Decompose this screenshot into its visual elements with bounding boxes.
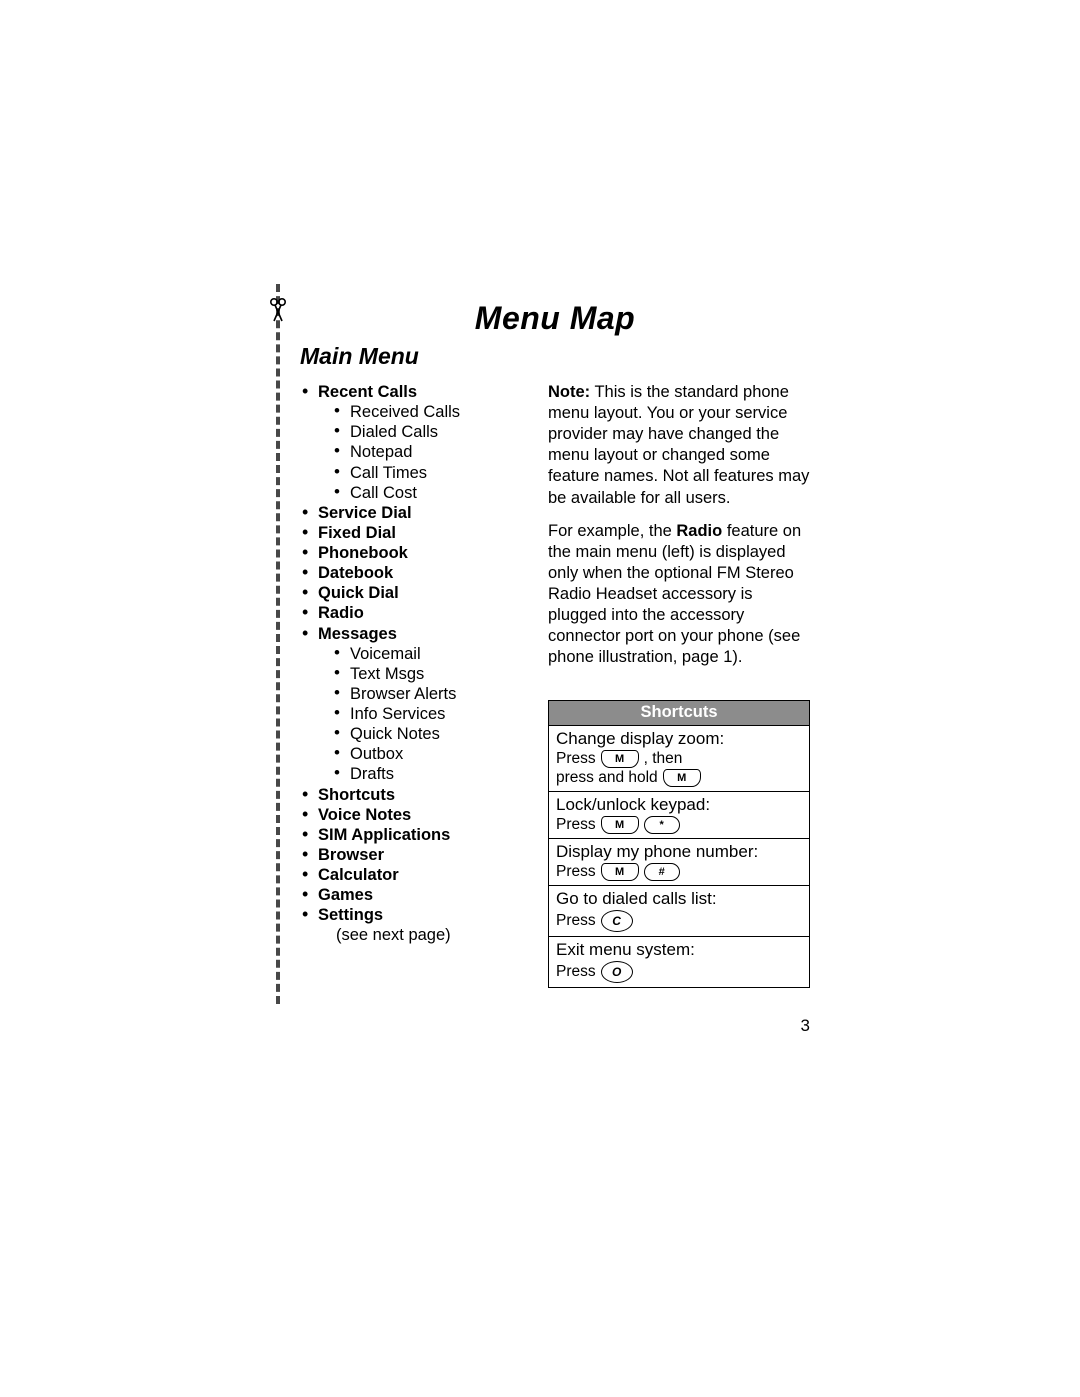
note-prefix: Note: — [548, 383, 590, 401]
menu-item-label: Datebook — [318, 564, 393, 582]
submenu-item: Received Calls — [334, 402, 516, 422]
submenu-list: Received CallsDialed CallsNotepadCall Ti… — [334, 402, 516, 503]
menu-item-label: Calculator — [318, 866, 399, 884]
notes-column: Note: This is the standard phone menu la… — [548, 382, 810, 988]
menu-item-note: (see next page) — [336, 925, 516, 945]
menu-item-label: Recent Calls — [318, 383, 417, 401]
main-menu-list: Recent CallsReceived CallsDialed CallsNo… — [300, 382, 516, 946]
menu-item: Games — [300, 885, 516, 905]
radio-para-bold: Radio — [676, 522, 722, 540]
menu-item-label: Games — [318, 886, 373, 904]
submenu-item: Text Msgs — [334, 664, 516, 684]
shortcut-keys: press and hold M — [556, 769, 802, 787]
key-icon: C — [601, 910, 633, 932]
key-icon: # — [644, 863, 680, 881]
submenu-item: Drafts — [334, 764, 516, 784]
menu-item-label: Messages — [318, 625, 397, 643]
shortcut-text: Press — [556, 912, 596, 930]
shortcut-keys: Press O — [556, 961, 802, 983]
shortcut-text: Press — [556, 816, 596, 834]
page-title: Menu Map — [300, 300, 810, 337]
submenu-list: VoicemailText MsgsBrowser AlertsInfo Ser… — [334, 644, 516, 785]
shortcut-keys: Press M # — [556, 863, 802, 881]
menu-item: SIM Applications — [300, 825, 516, 845]
menu-item-label: Voice Notes — [318, 806, 411, 824]
menu-item: Fixed Dial — [300, 523, 516, 543]
menu-column: Recent CallsReceived CallsDialed CallsNo… — [300, 382, 516, 988]
menu-item: MessagesVoicemailText MsgsBrowser Alerts… — [300, 624, 516, 785]
shortcut-title: Go to dialed calls list: — [556, 889, 802, 909]
menu-item: Voice Notes — [300, 805, 516, 825]
key-icon: M — [663, 769, 701, 787]
menu-item-label: Quick Dial — [318, 584, 399, 602]
submenu-item: Call Cost — [334, 483, 516, 503]
menu-item: Radio — [300, 603, 516, 623]
shortcut-title: Lock/unlock keypad: — [556, 795, 802, 815]
cut-line — [276, 284, 280, 1004]
menu-item: Recent CallsReceived CallsDialed CallsNo… — [300, 382, 516, 503]
submenu-item: Notepad — [334, 442, 516, 462]
shortcut-title: Change display zoom: — [556, 729, 802, 749]
menu-item: Shortcuts — [300, 785, 516, 805]
menu-item: Calculator — [300, 865, 516, 885]
radio-para-post: feature on the main menu (left) is displ… — [548, 522, 801, 667]
shortcut-text: Press — [556, 750, 596, 768]
shortcut-row: Exit menu system:Press O — [549, 937, 809, 987]
shortcut-keys: Press M , then — [556, 750, 802, 768]
shortcut-text: , then — [644, 750, 683, 768]
shortcut-row: Display my phone number:Press M # — [549, 839, 809, 886]
submenu-item: Voicemail — [334, 644, 516, 664]
shortcut-row: Lock/unlock keypad:Press M * — [549, 792, 809, 839]
menu-item-label: Radio — [318, 604, 364, 622]
menu-item: Browser — [300, 845, 516, 865]
key-icon: M — [601, 816, 639, 834]
submenu-item: Browser Alerts — [334, 684, 516, 704]
radio-para-pre: For example, the — [548, 522, 676, 540]
radio-paragraph: For example, the Radio feature on the ma… — [548, 521, 810, 669]
menu-item-label: Shortcuts — [318, 786, 395, 804]
menu-item-label: Service Dial — [318, 504, 412, 522]
submenu-item: Call Times — [334, 463, 516, 483]
menu-item: Settings(see next page) — [300, 905, 516, 945]
menu-item: Quick Dial — [300, 583, 516, 603]
key-icon: O — [601, 961, 633, 983]
page: Menu Map Main Menu Recent CallsReceived … — [0, 0, 1080, 1397]
menu-item-label: Fixed Dial — [318, 524, 396, 542]
submenu-item: Quick Notes — [334, 724, 516, 744]
menu-item-label: Settings — [318, 906, 383, 924]
submenu-item: Dialed Calls — [334, 422, 516, 442]
shortcut-text: Press — [556, 963, 596, 981]
shortcut-text: Press — [556, 863, 596, 881]
note-body: This is the standard phone menu layout. … — [548, 383, 809, 507]
shortcut-row: Change display zoom:Press M, thenpress a… — [549, 726, 809, 792]
shortcut-keys: Press M * — [556, 816, 802, 834]
shortcut-keys: Press C — [556, 910, 802, 932]
menu-item-label: Phonebook — [318, 544, 408, 562]
page-number: 3 — [801, 1016, 810, 1036]
submenu-item: Outbox — [334, 744, 516, 764]
shortcut-title: Display my phone number: — [556, 842, 802, 862]
menu-item: Phonebook — [300, 543, 516, 563]
menu-item: Service Dial — [300, 503, 516, 523]
scissors-icon — [269, 297, 287, 328]
content-area: Menu Map Main Menu Recent CallsReceived … — [300, 300, 810, 988]
shortcuts-box: Shortcuts Change display zoom:Press M, t… — [548, 700, 810, 988]
shortcuts-header: Shortcuts — [549, 701, 809, 726]
shortcut-row: Go to dialed calls list:Press C — [549, 886, 809, 937]
section-title: Main Menu — [300, 343, 810, 370]
menu-item-label: Browser — [318, 846, 384, 864]
menu-item-label: SIM Applications — [318, 826, 450, 844]
submenu-item: Info Services — [334, 704, 516, 724]
key-icon: M — [601, 750, 639, 768]
shortcut-text: press and hold — [556, 769, 658, 787]
key-icon: M — [601, 863, 639, 881]
note-paragraph: Note: This is the standard phone menu la… — [548, 382, 810, 509]
key-icon: * — [644, 816, 680, 834]
shortcut-title: Exit menu system: — [556, 940, 802, 960]
menu-item: Datebook — [300, 563, 516, 583]
